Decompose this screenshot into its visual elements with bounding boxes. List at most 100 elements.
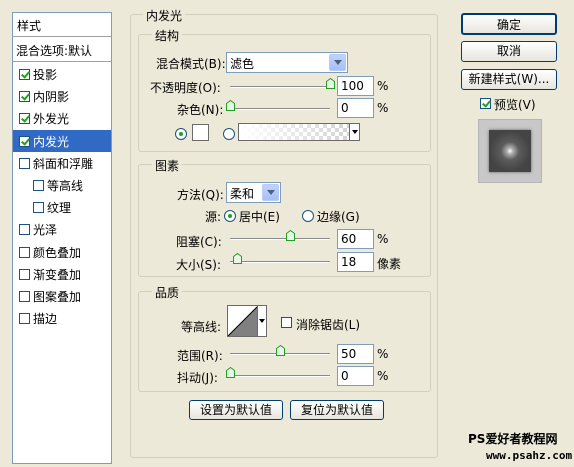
- contour-curve-icon: [228, 306, 258, 336]
- watermark-line2: www.psahz.com: [486, 449, 573, 462]
- blend-options-item[interactable]: 混合选项:默认: [13, 38, 111, 62]
- contour-label: 等高线:: [181, 320, 222, 334]
- quality-title: 品质: [152, 284, 183, 301]
- solid-color-radio[interactable]: [175, 127, 187, 141]
- new-style-button[interactable]: 新建样式(W)...: [461, 69, 557, 90]
- elements-title: 图素: [152, 157, 183, 174]
- source-edge-radio[interactable]: [302, 209, 314, 223]
- size-slider-thumb[interactable]: [233, 253, 242, 264]
- contour-picker[interactable]: [227, 305, 267, 337]
- jitter-slider-track[interactable]: [230, 375, 330, 377]
- style-item-checkbox[interactable]: [19, 157, 30, 169]
- range-label: 范围(R):: [177, 349, 223, 363]
- source-center-radio[interactable]: [224, 209, 236, 223]
- size-unit: 像素: [377, 257, 402, 271]
- style-item-label: 内阴影: [33, 90, 70, 105]
- style-item-label: 外发光: [33, 112, 70, 127]
- choke-input[interactable]: 60: [337, 229, 374, 249]
- reset-default-button[interactable]: 复位为默认值: [290, 400, 384, 420]
- antialias-checkbox[interactable]: [281, 316, 295, 330]
- preview-label: 预览(V): [494, 98, 536, 112]
- range-slider-thumb[interactable]: [276, 345, 285, 356]
- styles-header[interactable]: 样式: [13, 13, 111, 37]
- choke-label: 阻塞(C):: [176, 235, 222, 249]
- range-input[interactable]: 50: [337, 344, 374, 364]
- source-edge-label: 边缘(G): [317, 210, 360, 224]
- style-item[interactable]: 光泽: [13, 218, 111, 240]
- style-item-label: 内发光: [33, 134, 70, 149]
- style-item-label: 描边: [33, 312, 58, 327]
- gradient-picker[interactable]: [238, 123, 360, 141]
- preview-checkbox[interactable]: [480, 97, 494, 111]
- style-item[interactable]: 斜面和浮雕: [13, 152, 111, 174]
- style-item-checkbox[interactable]: [19, 268, 30, 280]
- inner-glow-title: 内发光: [143, 7, 186, 24]
- style-item-checkbox[interactable]: [19, 91, 30, 103]
- jitter-label: 抖动(J):: [177, 371, 218, 385]
- noise-slider-track[interactable]: [230, 108, 330, 110]
- blend-mode-select[interactable]: 滤色: [226, 52, 348, 73]
- style-item[interactable]: 等高线: [13, 174, 111, 196]
- style-item-label: 渐变叠加: [33, 267, 82, 282]
- opacity-input[interactable]: 100: [337, 76, 374, 96]
- style-item-checkbox[interactable]: [19, 69, 30, 80]
- choke-slider-thumb[interactable]: [286, 230, 295, 241]
- technique-label: 方法(Q):: [177, 188, 224, 202]
- style-item-checkbox[interactable]: [19, 224, 30, 236]
- blend-mode-label: 混合模式(B):: [156, 57, 226, 71]
- glow-color-swatch[interactable]: [192, 124, 209, 141]
- cancel-button[interactable]: 取消: [461, 41, 557, 62]
- style-item[interactable]: 外发光: [13, 107, 111, 129]
- style-item-label: 颜色叠加: [33, 245, 82, 260]
- make-default-button[interactable]: 设置为默认值: [189, 400, 283, 420]
- choke-unit: %: [377, 232, 389, 246]
- style-item-label: 投影: [33, 68, 58, 82]
- style-item-checkbox[interactable]: [19, 113, 30, 125]
- style-item-label: 等高线: [47, 179, 84, 193]
- technique-value: 柔和: [230, 187, 255, 201]
- source-label: 源:: [205, 210, 222, 224]
- jitter-unit: %: [377, 369, 389, 383]
- style-item-checkbox[interactable]: [33, 180, 44, 191]
- technique-select[interactable]: 柔和: [226, 182, 281, 203]
- jitter-slider-thumb[interactable]: [226, 367, 235, 378]
- size-input[interactable]: 18: [337, 252, 374, 272]
- structure-title: 结构: [152, 27, 183, 44]
- opacity-unit: %: [377, 79, 389, 93]
- style-item-label: 图案叠加: [33, 290, 82, 304]
- opacity-slider-thumb[interactable]: [326, 78, 335, 89]
- noise-input[interactable]: 0: [337, 98, 374, 118]
- blend-mode-value: 滤色: [230, 57, 255, 71]
- noise-label: 杂色(N):: [177, 103, 224, 117]
- style-item-checkbox[interactable]: [19, 135, 30, 147]
- opacity-slider-track[interactable]: [230, 86, 330, 88]
- contour-dropdown-icon[interactable]: [257, 306, 266, 336]
- style-item[interactable]: 渐变叠加: [13, 263, 111, 285]
- style-item-label: 斜面和浮雕: [33, 156, 94, 171]
- chevron-down-icon[interactable]: [329, 54, 346, 71]
- gradient-radio[interactable]: [223, 127, 235, 141]
- preview-swatch: [489, 130, 531, 172]
- style-item-checkbox[interactable]: [33, 202, 44, 214]
- noise-unit: %: [377, 101, 389, 115]
- opacity-label: 不透明度(O):: [150, 81, 221, 95]
- style-item[interactable]: 颜色叠加: [13, 241, 111, 263]
- style-item-checkbox[interactable]: [19, 313, 30, 325]
- style-item[interactable]: 图案叠加: [13, 285, 111, 307]
- style-item[interactable]: 描边: [13, 307, 111, 329]
- choke-slider-track[interactable]: [230, 238, 330, 240]
- style-item-checkbox[interactable]: [19, 246, 30, 258]
- chevron-down-icon[interactable]: [262, 184, 279, 201]
- style-item[interactable]: 纹理: [13, 196, 111, 218]
- style-item-checkbox[interactable]: [19, 291, 30, 302]
- gradient-dropdown-icon[interactable]: [349, 124, 359, 140]
- ok-button[interactable]: 确定: [461, 13, 557, 35]
- size-slider-track[interactable]: [230, 261, 330, 263]
- style-item[interactable]: 内阴影: [13, 85, 111, 107]
- style-item[interactable]: 投影: [13, 63, 111, 85]
- style-preview: [478, 119, 542, 183]
- watermark-line1: PS爱好者教程网: [468, 432, 558, 446]
- style-item[interactable]: 内发光: [13, 129, 111, 152]
- jitter-input[interactable]: 0: [337, 366, 374, 386]
- noise-slider-thumb[interactable]: [226, 100, 235, 111]
